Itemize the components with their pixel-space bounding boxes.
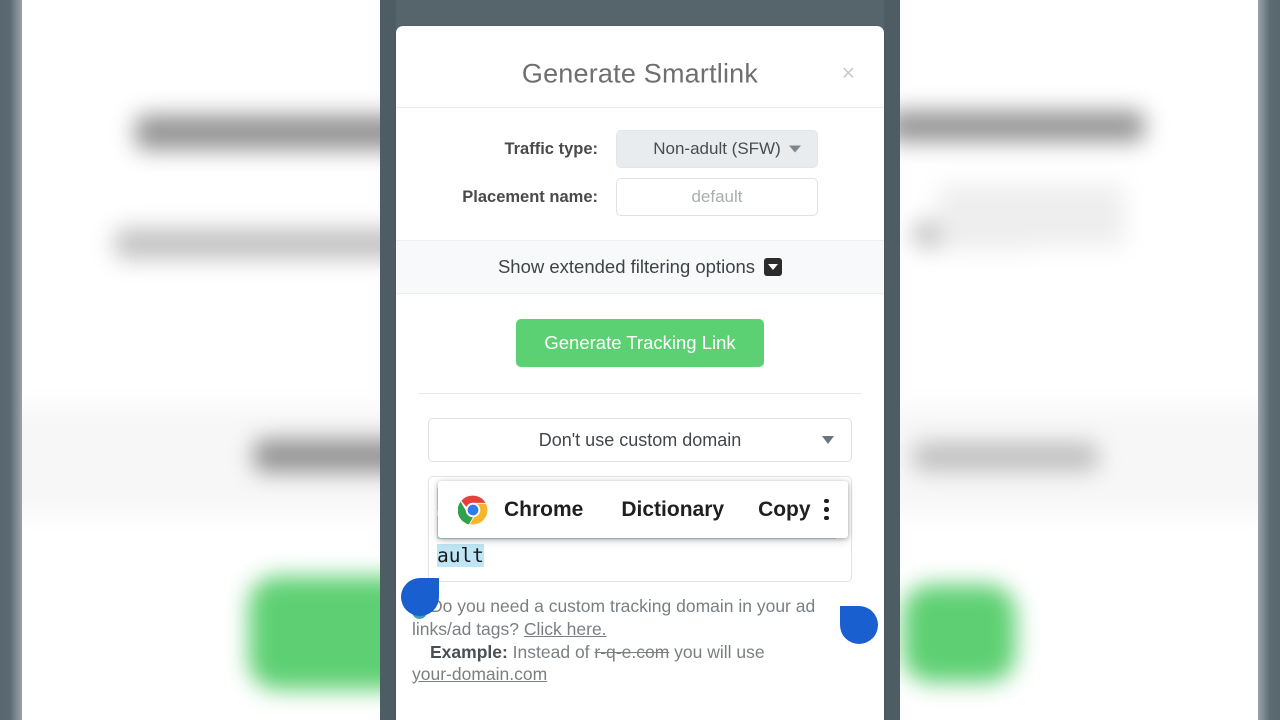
- show-extended-filtering-options-toggle[interactable]: Show extended filtering options: [396, 240, 884, 294]
- chrome-logo-icon: [458, 495, 488, 525]
- form-row-traffic-type: Traffic type: Non-adult (SFW): [396, 130, 884, 168]
- bg-box: [938, 184, 1125, 247]
- bg-green-button: [902, 584, 1016, 683]
- domain-area: Don't use custom domain: [396, 394, 884, 462]
- example-struck-domain: r-q-e.com: [594, 641, 670, 662]
- selection-menu-item-dictionary[interactable]: Dictionary: [621, 498, 724, 522]
- frame-bar-left: [0, 0, 22, 720]
- text-selection-popup: Chrome Dictionary Copy: [438, 481, 848, 538]
- note-text: Do you need a custom tracking domain in …: [412, 596, 816, 639]
- custom-domain-value: Don't use custom domain: [538, 429, 742, 450]
- note-line-1: iDo you need a custom tracking domain in…: [412, 596, 868, 640]
- traffic-type-value: Non-adult (SFW): [653, 139, 781, 158]
- bg-text-line: [912, 442, 1099, 472]
- selection-handle-start[interactable]: [401, 578, 439, 616]
- custom-domain-note: iDo you need a custom tracking domain in…: [396, 582, 884, 685]
- filter-toggle-label: Show extended filtering options: [497, 256, 756, 277]
- kebab-menu-icon[interactable]: [819, 497, 834, 523]
- screen: Generate Smartlink × Traffic type: Non-a…: [0, 0, 1280, 720]
- placement-name-label: Placement name:: [462, 187, 598, 206]
- selection-menu-item-copy[interactable]: Copy: [758, 498, 811, 522]
- selection-handle-end[interactable]: [840, 606, 878, 644]
- selection-menu-item-chrome[interactable]: Chrome: [504, 498, 583, 522]
- traffic-type-label: Traffic type:: [504, 139, 598, 158]
- click-here-link[interactable]: Click here.: [524, 619, 607, 639]
- example-mid-text: Instead of: [507, 641, 595, 662]
- chevron-down-icon: [822, 436, 834, 444]
- example-after-text: you will use: [669, 641, 765, 662]
- generate-tracking-link-button[interactable]: Generate Tracking Link: [516, 319, 764, 367]
- example-label: Example:: [430, 641, 508, 662]
- frame-bar-right: [1258, 0, 1280, 720]
- generate-smartlink-modal: Generate Smartlink × Traffic type: Non-a…: [396, 26, 884, 720]
- page-title: Generate Smartlink: [521, 58, 759, 89]
- placement-name-placeholder: default: [691, 187, 743, 206]
- note-line-2: Example: Instead of r-q-e.com you will u…: [412, 642, 868, 663]
- custom-domain-select[interactable]: Don't use custom domain: [428, 418, 852, 462]
- modal-header: Generate Smartlink ×: [396, 26, 884, 108]
- form-row-placement-name: Placement name: default: [396, 178, 884, 216]
- your-domain-link[interactable]: your-domain.com: [412, 664, 547, 684]
- placement-name-input[interactable]: default: [616, 178, 818, 216]
- bg-text-line: [887, 110, 1145, 142]
- expand-down-icon: [764, 258, 783, 276]
- form-area: Traffic type: Non-adult (SFW) Placement …: [396, 108, 884, 240]
- note-line-3: your-domain.com: [412, 664, 868, 685]
- chevron-down-icon: [789, 145, 801, 153]
- close-icon[interactable]: ×: [836, 58, 861, 89]
- generate-button-area: Generate Tracking Link: [396, 294, 884, 393]
- traffic-type-select[interactable]: Non-adult (SFW): [616, 130, 818, 168]
